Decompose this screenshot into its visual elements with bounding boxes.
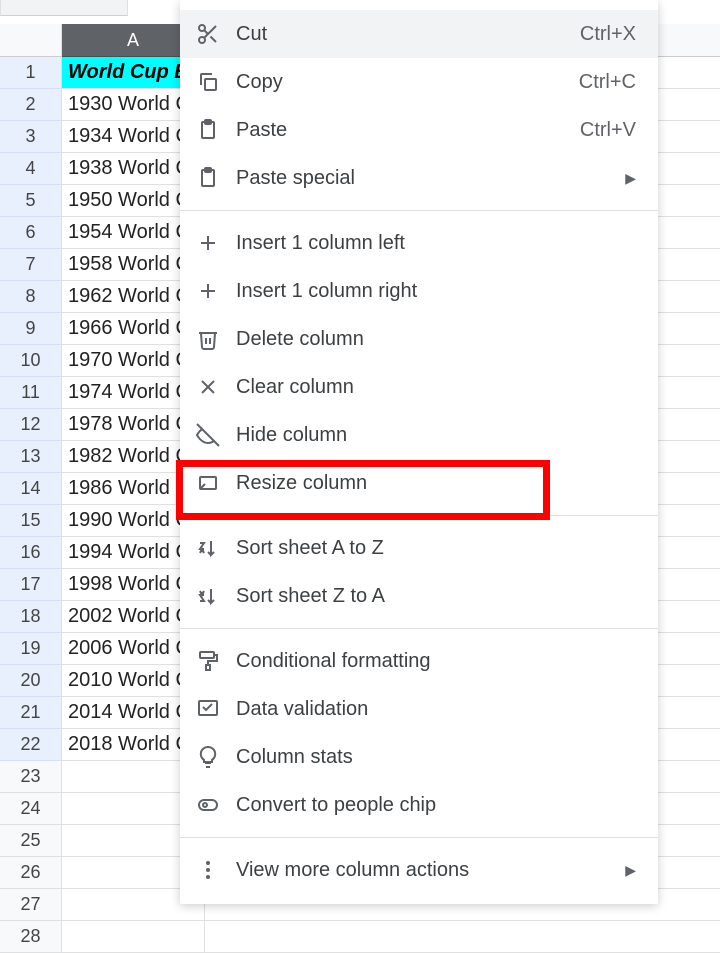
toolbar-stub xyxy=(0,0,128,16)
row-number[interactable]: 23 xyxy=(0,761,62,793)
menu-sort-za[interactable]: Sort sheet Z to A xyxy=(180,572,658,620)
row-number[interactable]: 10 xyxy=(0,345,62,377)
row-number[interactable]: 15 xyxy=(0,505,62,537)
row-number[interactable]: 6 xyxy=(0,217,62,249)
menu-data-validation[interactable]: Data validation xyxy=(180,685,658,733)
menu-label: Column stats xyxy=(236,746,636,769)
menu-label: Sort sheet A to Z xyxy=(236,537,636,560)
menu-shortcut: Ctrl+V xyxy=(580,119,636,142)
menu-label: Paste special xyxy=(236,167,625,190)
row-number[interactable]: 13 xyxy=(0,441,62,473)
menu-separator xyxy=(180,628,658,629)
menu-label: Hide column xyxy=(236,424,636,447)
row-number[interactable]: 28 xyxy=(0,921,62,953)
menu-delete-column[interactable]: Delete column xyxy=(180,315,658,363)
row-number[interactable]: 22 xyxy=(0,729,62,761)
close-icon xyxy=(196,375,236,399)
resize-icon xyxy=(196,471,236,495)
row-number[interactable]: 1 xyxy=(0,57,62,89)
row-number[interactable]: 11 xyxy=(0,377,62,409)
checklist-icon xyxy=(196,697,236,721)
paint-roller-icon xyxy=(196,649,236,673)
row-number[interactable]: 5 xyxy=(0,185,62,217)
menu-separator xyxy=(180,210,658,211)
plus-icon xyxy=(196,279,236,303)
menu-sort-az[interactable]: Sort sheet A to Z xyxy=(180,524,658,572)
person-chip-icon xyxy=(196,793,236,817)
menu-view-more-actions[interactable]: View more column actions ▶ xyxy=(180,846,658,894)
menu-label: Convert to people chip xyxy=(236,794,636,817)
column-context-menu: Cut Ctrl+X Copy Ctrl+C Paste Ctrl+V Past… xyxy=(180,0,658,904)
row-number[interactable]: 17 xyxy=(0,569,62,601)
menu-column-stats[interactable]: Column stats xyxy=(180,733,658,781)
menu-copy[interactable]: Copy Ctrl+C xyxy=(180,58,658,106)
menu-label: Data validation xyxy=(236,698,636,721)
sort-az-icon xyxy=(196,536,236,560)
select-all-corner[interactable] xyxy=(0,24,62,57)
lightbulb-icon xyxy=(196,745,236,769)
menu-resize-column[interactable]: Resize column xyxy=(180,459,658,507)
menu-label: Paste xyxy=(236,119,580,142)
scissors-icon xyxy=(196,22,236,46)
row-number[interactable]: 14 xyxy=(0,473,62,505)
menu-label: Conditional formatting xyxy=(236,650,636,673)
menu-insert-column-left[interactable]: Insert 1 column left xyxy=(180,219,658,267)
menu-label: Cut xyxy=(236,23,580,46)
row-number[interactable]: 7 xyxy=(0,249,62,281)
menu-label: Delete column xyxy=(236,328,636,351)
clipboard-icon xyxy=(196,166,236,190)
menu-cut[interactable]: Cut Ctrl+X xyxy=(180,10,658,58)
menu-label: Insert 1 column left xyxy=(236,232,636,255)
row-number[interactable]: 4 xyxy=(0,153,62,185)
row-number[interactable]: 27 xyxy=(0,889,62,921)
menu-hide-column[interactable]: Hide column xyxy=(180,411,658,459)
eye-off-icon xyxy=(196,423,236,447)
menu-label: Sort sheet Z to A xyxy=(236,585,636,608)
menu-label: Insert 1 column right xyxy=(236,280,636,303)
submenu-arrow-icon: ▶ xyxy=(625,862,636,879)
row-number[interactable]: 18 xyxy=(0,601,62,633)
menu-conditional-formatting[interactable]: Conditional formatting xyxy=(180,637,658,685)
row-number[interactable]: 3 xyxy=(0,121,62,153)
menu-label: Copy xyxy=(236,71,579,94)
cell[interactable] xyxy=(62,921,205,953)
more-vertical-icon xyxy=(196,858,236,882)
row-number[interactable]: 12 xyxy=(0,409,62,441)
menu-separator xyxy=(180,837,658,838)
clipboard-icon xyxy=(196,118,236,142)
menu-clear-column[interactable]: Clear column xyxy=(180,363,658,411)
trash-icon xyxy=(196,327,236,351)
copy-icon xyxy=(196,70,236,94)
row-number[interactable]: 20 xyxy=(0,665,62,697)
menu-paste-special[interactable]: Paste special ▶ xyxy=(180,154,658,202)
menu-paste[interactable]: Paste Ctrl+V xyxy=(180,106,658,154)
menu-insert-column-right[interactable]: Insert 1 column right xyxy=(180,267,658,315)
menu-label: View more column actions xyxy=(236,859,625,882)
menu-separator xyxy=(180,515,658,516)
menu-shortcut: Ctrl+C xyxy=(579,71,636,94)
menu-convert-people-chip[interactable]: Convert to people chip xyxy=(180,781,658,829)
row-number[interactable]: 8 xyxy=(0,281,62,313)
plus-icon xyxy=(196,231,236,255)
row-number[interactable]: 9 xyxy=(0,313,62,345)
menu-shortcut: Ctrl+X xyxy=(580,23,636,46)
row-number[interactable]: 24 xyxy=(0,793,62,825)
row-number[interactable]: 25 xyxy=(0,825,62,857)
menu-label: Resize column xyxy=(236,472,636,495)
submenu-arrow-icon: ▶ xyxy=(625,170,636,187)
row-number[interactable]: 19 xyxy=(0,633,62,665)
row-number[interactable]: 26 xyxy=(0,857,62,889)
sort-za-icon xyxy=(196,584,236,608)
row-number[interactable]: 2 xyxy=(0,89,62,121)
row-number[interactable]: 16 xyxy=(0,537,62,569)
menu-label: Clear column xyxy=(236,376,636,399)
row-number[interactable]: 21 xyxy=(0,697,62,729)
